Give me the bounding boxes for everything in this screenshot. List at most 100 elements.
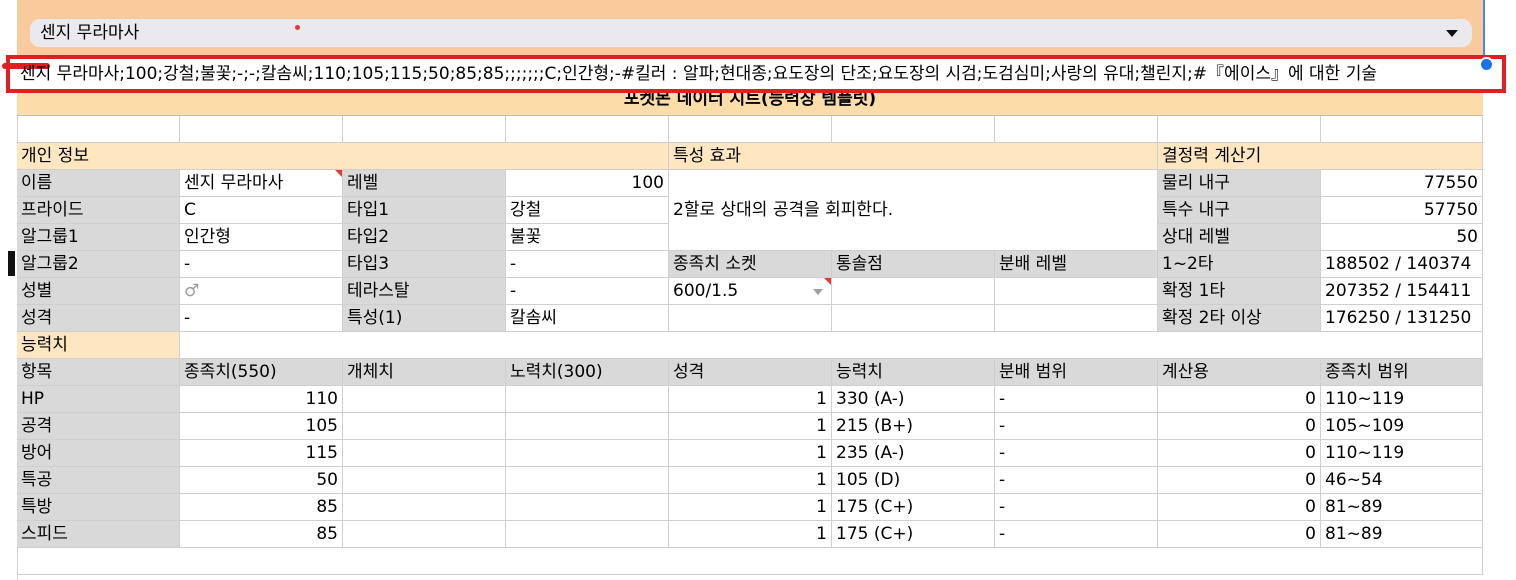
cell[interactable] — [180, 116, 343, 143]
ko2-label[interactable]: 확정 2타 이상 — [1158, 305, 1321, 332]
gender-label[interactable]: 성별 — [17, 278, 180, 305]
stat-name[interactable]: 공격 — [17, 413, 180, 440]
stat-iv[interactable] — [343, 494, 506, 521]
stat-ev[interactable] — [506, 386, 669, 413]
col-header-base[interactable]: 종족치(550) — [180, 359, 343, 386]
cell[interactable] — [506, 116, 669, 143]
cell[interactable] — [17, 548, 1483, 575]
character-select-dropdown[interactable]: 센지 무라마사 — [30, 19, 1472, 47]
stat-range[interactable]: 110~119 — [1321, 386, 1483, 413]
selection-handle-icon[interactable] — [1479, 57, 1494, 72]
egg-group1-value[interactable]: 인간형 — [180, 224, 343, 251]
stat-value[interactable]: 175 (C+) — [832, 494, 995, 521]
stat-name[interactable]: 스피드 — [17, 521, 180, 548]
pride-label[interactable]: 프라이드 — [17, 197, 180, 224]
stat-nature[interactable]: 1 — [669, 413, 832, 440]
spec-def-label[interactable]: 특수 내구 — [1158, 197, 1321, 224]
stat-iv[interactable] — [343, 467, 506, 494]
stat-range[interactable]: 110~119 — [1321, 440, 1483, 467]
stat-ev[interactable] — [506, 413, 669, 440]
stat-iv[interactable] — [343, 440, 506, 467]
tera-label[interactable]: 테라스탈 — [343, 278, 506, 305]
opp-level-value[interactable]: 50 — [1321, 224, 1483, 251]
opp-level-label[interactable]: 상대 레벨 — [1158, 224, 1321, 251]
stat-ev[interactable] — [506, 494, 669, 521]
stat-name[interactable]: 방어 — [17, 440, 180, 467]
stat-range[interactable]: 81~89 — [1321, 494, 1483, 521]
stat-dist[interactable]: - — [995, 494, 1158, 521]
dist-level-value[interactable] — [995, 278, 1158, 305]
col-header-dist[interactable]: 분배 범위 — [995, 359, 1158, 386]
nature-label[interactable]: 성격 — [17, 305, 180, 332]
egg-group2-value[interactable]: - — [180, 251, 343, 278]
type2-value[interactable]: 불꽃 — [506, 224, 669, 251]
stat-ev[interactable] — [506, 440, 669, 467]
cell[interactable] — [1158, 116, 1321, 143]
ko2-value[interactable]: 176250 / 131250 — [1321, 305, 1483, 332]
stat-name[interactable]: 특방 — [17, 494, 180, 521]
name-value[interactable]: 센지 무라마사 — [180, 170, 343, 197]
level-value[interactable]: 100 — [506, 170, 669, 197]
stat-calc[interactable]: 0 — [1158, 386, 1321, 413]
type1-label[interactable]: 타입1 — [343, 197, 506, 224]
stat-value[interactable]: 235 (A-) — [832, 440, 995, 467]
col-header-nature[interactable]: 성격 — [669, 359, 832, 386]
stat-calc[interactable]: 0 — [1158, 413, 1321, 440]
col-header-iv[interactable]: 개체치 — [343, 359, 506, 386]
stat-base[interactable]: 110 — [180, 386, 343, 413]
type3-value[interactable]: - — [506, 251, 669, 278]
name-label[interactable]: 이름 — [17, 170, 180, 197]
stat-dist[interactable]: - — [995, 467, 1158, 494]
stat-name[interactable]: HP — [17, 386, 180, 413]
col-header-item[interactable]: 항목 — [17, 359, 180, 386]
cell[interactable] — [995, 305, 1158, 332]
command-value[interactable] — [832, 278, 995, 305]
cell[interactable] — [180, 332, 1483, 359]
phys-def-label[interactable]: 물리 내구 — [1158, 170, 1321, 197]
stat-base[interactable]: 105 — [180, 413, 343, 440]
stat-nature[interactable]: 1 — [669, 386, 832, 413]
stat-base[interactable]: 85 — [180, 521, 343, 548]
cell[interactable] — [832, 305, 995, 332]
pride-value[interactable]: C — [180, 197, 343, 224]
socket-value-select[interactable]: 600/1.5 — [669, 278, 832, 305]
stat-base[interactable]: 85 — [180, 494, 343, 521]
stat-base[interactable]: 115 — [180, 440, 343, 467]
stat-dist[interactable]: - — [995, 413, 1158, 440]
stat-iv[interactable] — [343, 413, 506, 440]
egg-group2-label[interactable]: 알그룹2 — [17, 251, 180, 278]
hit12-value[interactable]: 188502 / 140374 — [1321, 251, 1483, 278]
cell[interactable] — [832, 116, 995, 143]
section-trait-header[interactable]: 특성 효과 — [669, 143, 1158, 170]
stat-nature[interactable]: 1 — [669, 467, 832, 494]
tera-value[interactable]: - — [506, 278, 669, 305]
cell[interactable] — [995, 116, 1158, 143]
type1-value[interactable]: 강철 — [506, 197, 669, 224]
cell[interactable] — [669, 116, 832, 143]
stat-range[interactable]: 81~89 — [1321, 521, 1483, 548]
ko1-label[interactable]: 확정 1타 — [1158, 278, 1321, 305]
stat-base[interactable]: 50 — [180, 467, 343, 494]
col-header-range[interactable]: 종족치 범위 — [1321, 359, 1483, 386]
section-personal-header[interactable]: 개인 정보 — [17, 143, 669, 170]
stat-calc[interactable]: 0 — [1158, 494, 1321, 521]
socket-label[interactable]: 종족치 소켓 — [669, 251, 832, 278]
stat-range[interactable]: 46~54 — [1321, 467, 1483, 494]
col-header-calc[interactable]: 계산용 — [1158, 359, 1321, 386]
ko1-value[interactable]: 207352 / 154411 — [1321, 278, 1483, 305]
cell[interactable] — [669, 305, 832, 332]
stat-iv[interactable] — [343, 521, 506, 548]
stat-value[interactable]: 175 (C+) — [832, 521, 995, 548]
stat-value[interactable]: 330 (A-) — [832, 386, 995, 413]
stat-ev[interactable] — [506, 521, 669, 548]
stat-dist[interactable]: - — [995, 386, 1158, 413]
stat-calc[interactable]: 0 — [1158, 440, 1321, 467]
stat-name[interactable]: 특공 — [17, 467, 180, 494]
col-header-stat[interactable]: 능력치 — [832, 359, 995, 386]
phys-def-value[interactable]: 77550 — [1321, 170, 1483, 197]
cell[interactable] — [343, 116, 506, 143]
type3-label[interactable]: 타입3 — [343, 251, 506, 278]
stat-value[interactable]: 215 (B+) — [832, 413, 995, 440]
stat-calc[interactable]: 0 — [1158, 467, 1321, 494]
stat-value[interactable]: 105 (D) — [832, 467, 995, 494]
